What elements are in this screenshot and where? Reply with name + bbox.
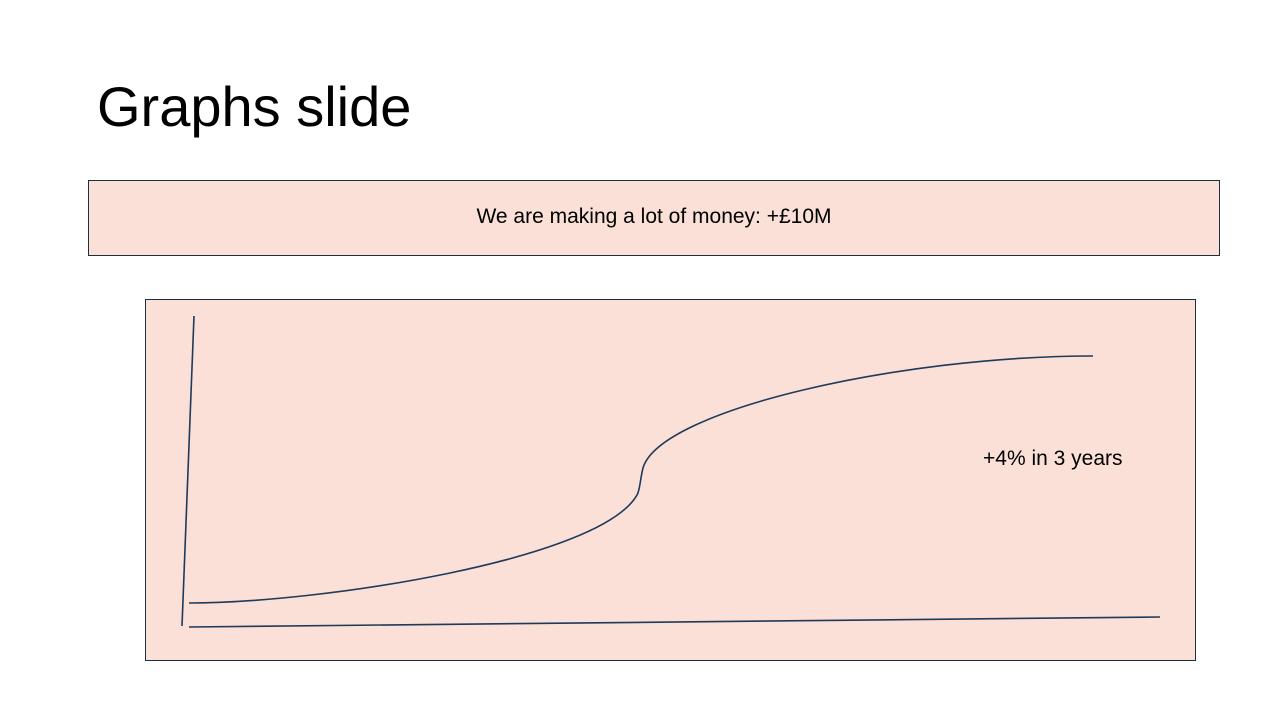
growth-curve: [188, 355, 1094, 604]
graph-drawing: [181, 315, 1161, 628]
x-axis-line: [188, 616, 1161, 628]
y-axis-line: [181, 315, 195, 627]
slide: Graphs slide We are making a lot of mone…: [0, 0, 1280, 720]
graph-annotation: +4% in 3 years: [983, 447, 1123, 470]
